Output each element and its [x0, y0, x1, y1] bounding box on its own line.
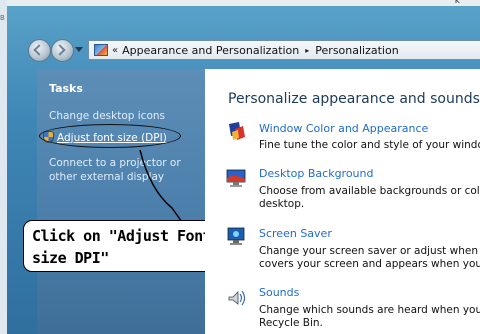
- desktop-background-desc-1: Choose from available backgrounds or col…: [259, 185, 480, 197]
- screen-saver-link[interactable]: Screen Saver: [259, 227, 332, 240]
- callout-text: Click on "Adjust Font size DPI": [32, 227, 212, 267]
- desktop-background-icon[interactable]: [226, 167, 248, 189]
- desktop-background-desc-2: desktop.: [259, 198, 305, 210]
- sounds-desc-2: Recycle Bin.: [259, 317, 323, 329]
- sounds-desc-1: Change which sounds are heard when you d…: [259, 304, 480, 316]
- annotation-callout: Click on "Adjust Font size DPI": [23, 220, 222, 272]
- main-content: Personalize appearance and sounds Window…: [205, 69, 480, 334]
- window-color-link[interactable]: Window Color and Appearance: [259, 122, 428, 135]
- sounds-link[interactable]: Sounds: [259, 286, 299, 299]
- sounds-icon[interactable]: [226, 285, 248, 307]
- desktop-background-link[interactable]: Desktop Background: [259, 167, 374, 180]
- screen-saver-icon[interactable]: [226, 225, 248, 247]
- screen-saver-desc-1: Change your screen saver or adjust when …: [259, 245, 480, 257]
- window-color-icon[interactable]: [226, 120, 248, 142]
- window-color-desc: Fine tune the color and style of your wi…: [259, 139, 480, 151]
- screen-saver-desc-2: covers your screen and appears when your…: [259, 258, 480, 270]
- page-title: Personalize appearance and sounds: [228, 91, 480, 107]
- callout-pointer-line: [139, 149, 183, 223]
